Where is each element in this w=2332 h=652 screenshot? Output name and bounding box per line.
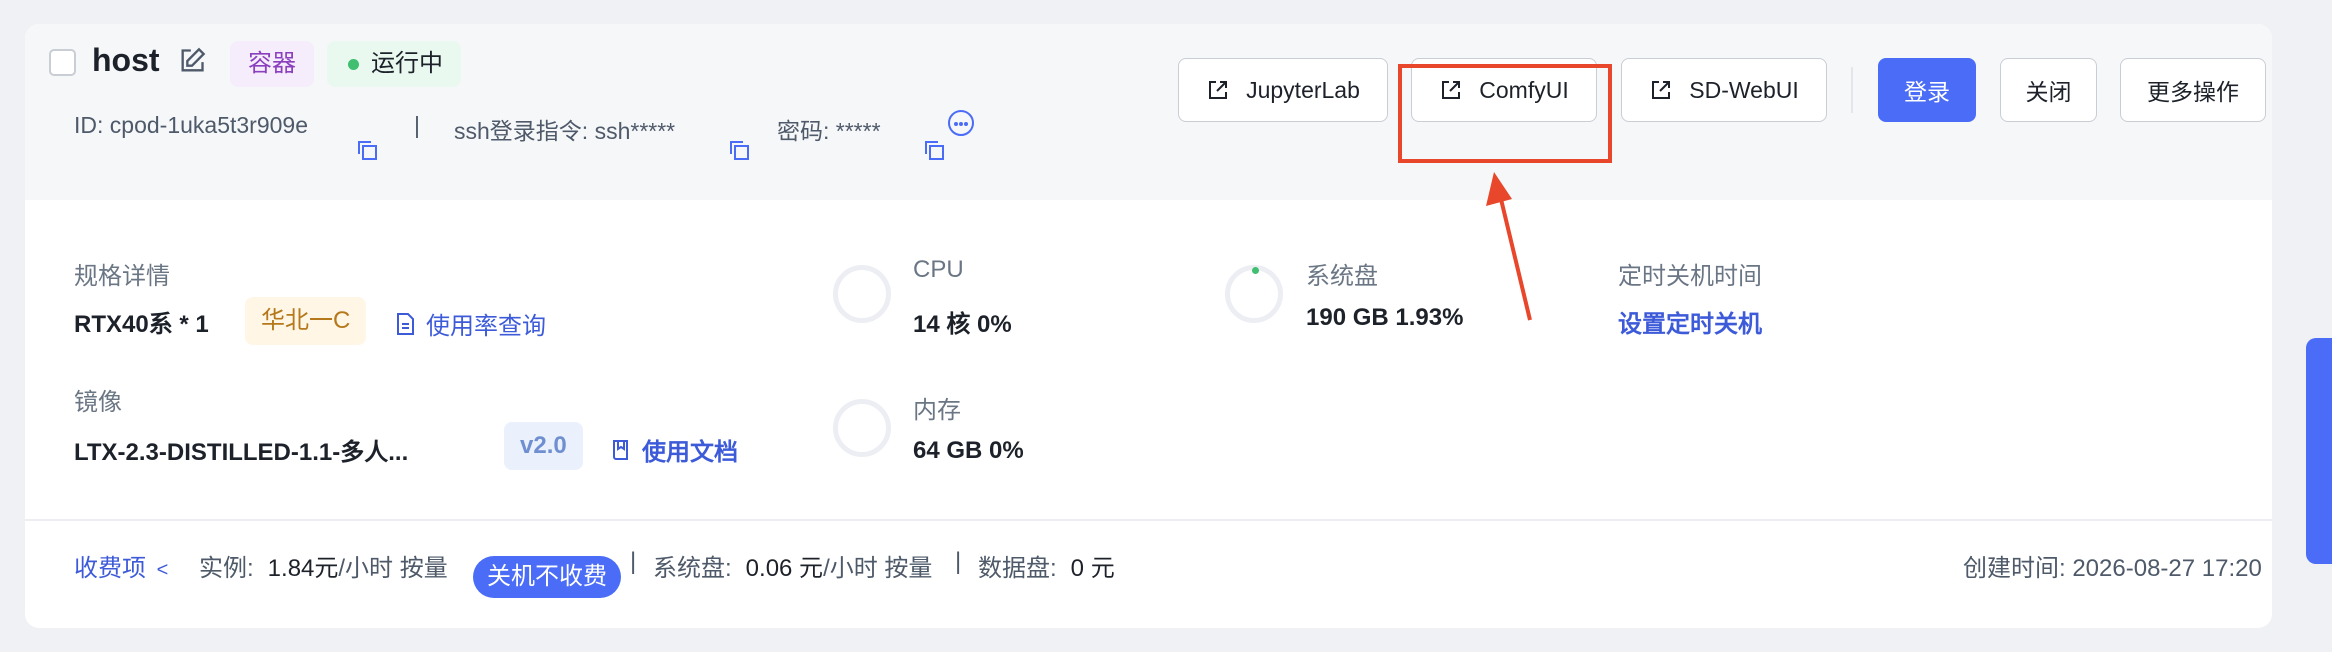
highlight-box <box>1398 64 1612 163</box>
side-float-tab[interactable] <box>2306 338 2332 564</box>
book-icon <box>613 439 628 460</box>
disk-fee: 系统盘: 0.06 元/小时 按量 <box>653 555 933 582</box>
cpu-label: CPU <box>913 256 964 283</box>
select-checkbox[interactable] <box>49 49 76 76</box>
more-info-icon[interactable] <box>948 110 974 136</box>
image-name: LTX-2.3-DISTILLED-1.1-多人... <box>74 439 409 466</box>
password-text: 密码: ***** <box>777 118 881 144</box>
copy-id-icon[interactable] <box>355 138 379 162</box>
scheduled-shutdown-label: 定时关机时间 <box>1618 263 1762 290</box>
memory-usage-ring <box>833 399 891 457</box>
copy-password-icon[interactable] <box>922 138 946 162</box>
image-version-tag: v2.0 <box>504 422 583 470</box>
specs-label: 规格详情 <box>74 263 170 290</box>
external-link-icon <box>1209 81 1228 99</box>
footer-divider <box>25 519 2272 521</box>
instance-title: host <box>92 42 160 78</box>
jupyterlab-button[interactable]: JupyterLab <box>1178 58 1388 122</box>
copy-ssh-icon[interactable] <box>727 138 751 162</box>
disk-label: 系统盘 <box>1306 263 1378 290</box>
close-button[interactable]: 关闭 <box>2000 58 2097 122</box>
footer-separator: | <box>955 548 962 575</box>
more-actions-button[interactable]: 更多操作 <box>2120 58 2266 122</box>
docs-link[interactable]: 使用文档 <box>610 432 738 467</box>
set-shutdown-link[interactable]: 设置定时关机 <box>1618 304 1762 339</box>
disk-usage-ring <box>1225 265 1283 323</box>
button-divider <box>1851 67 1853 113</box>
edit-icon[interactable] <box>178 47 206 75</box>
instance-id: ID: cpod-1uka5t3r909e <box>74 112 308 138</box>
status-badge: 运行中 <box>327 41 461 87</box>
created-time: 创建时间: 2026-08-27 17:20 <box>1963 555 2262 582</box>
cpu-usage-ring <box>833 265 891 323</box>
memory-value: 64 GB 0% <box>913 437 1024 464</box>
free-when-off-badge: 关机不收费 <box>473 556 621 598</box>
disk-value: 190 GB 1.93% <box>1306 304 1464 331</box>
fees-link[interactable]: 收费项 < <box>74 548 168 583</box>
meta-separator: | <box>414 112 420 138</box>
status-dot-icon <box>348 59 359 70</box>
image-label: 镜像 <box>74 389 122 416</box>
gpu-spec: RTX40系 * 1 <box>74 311 209 338</box>
memory-label: 内存 <box>913 397 961 424</box>
usage-query-link[interactable]: 使用率查询 <box>394 306 546 341</box>
cpu-value: 14 核 0% <box>913 311 1012 338</box>
document-icon <box>397 312 414 335</box>
instance-fee: 实例: 1.84元/小时 按量 <box>199 555 448 582</box>
external-link-icon <box>1652 81 1671 99</box>
container-tag: 容器 <box>230 41 314 87</box>
region-tag: 华北一C <box>245 297 367 345</box>
status-label: 运行中 <box>371 50 443 77</box>
footer-separator: | <box>630 548 637 575</box>
login-button[interactable]: 登录 <box>1878 58 1976 122</box>
chevron-left-icon: < <box>156 559 169 581</box>
data-disk-fee: 数据盘: 0 元 <box>978 555 1115 582</box>
sd-webui-button[interactable]: SD-WebUI <box>1621 58 1827 122</box>
ssh-command: ssh登录指令: ssh***** <box>454 118 676 144</box>
